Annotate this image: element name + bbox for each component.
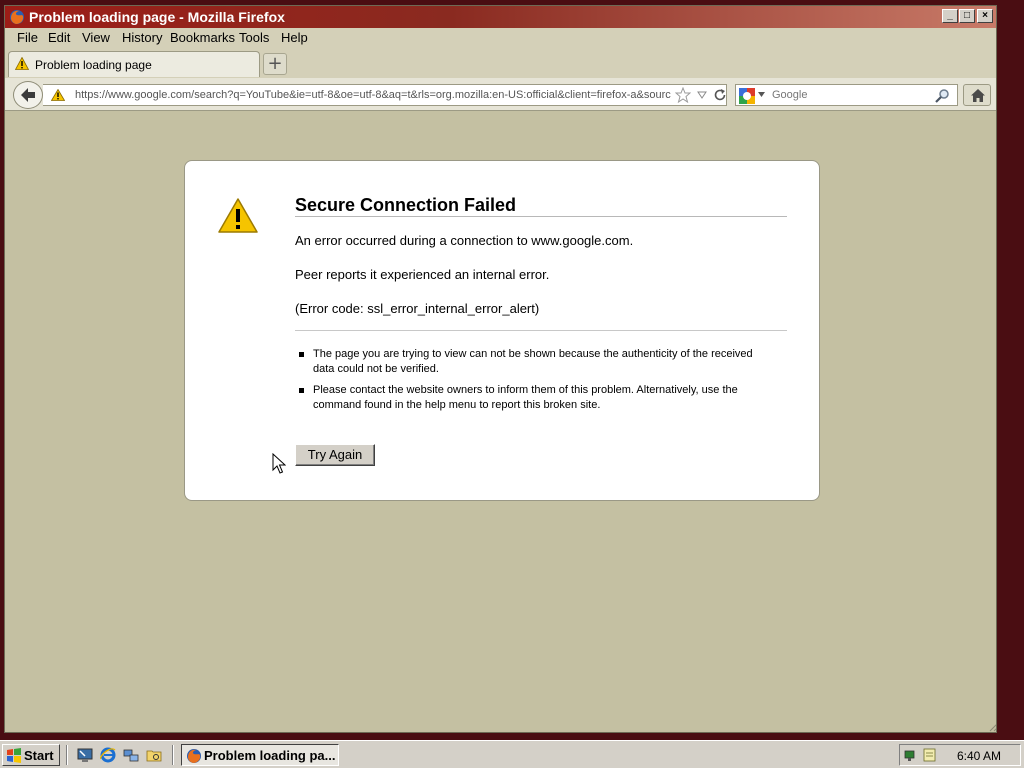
bookmark-star-icon[interactable] [675, 87, 691, 103]
site-warning-icon [51, 89, 65, 101]
home-icon [971, 89, 985, 102]
menu-help[interactable]: Help [281, 30, 308, 45]
url-dropdown-icon[interactable] [697, 90, 707, 100]
title-bar[interactable]: Problem loading page - Mozilla Firefox _… [5, 6, 996, 28]
menu-view[interactable]: View [82, 30, 110, 45]
warning-icon [15, 57, 29, 70]
menu-bookmarks[interactable]: Bookmarks [170, 30, 235, 45]
tab-strip: Problem loading page + [5, 48, 996, 78]
error-code: (Error code: ssl_error_internal_error_al… [295, 301, 540, 316]
resize-grip-icon[interactable] [989, 722, 997, 732]
menu-file[interactable]: File [17, 30, 38, 45]
start-label: Start [24, 748, 54, 763]
minimize-button[interactable]: _ [942, 9, 958, 23]
error-title: Secure Connection Failed [295, 195, 787, 217]
list-item: Please contact the website owners to inf… [295, 383, 765, 413]
page-content: Secure Connection Failed An error occurr… [5, 112, 997, 732]
menu-bar: File Edit View History Bookmarks Tools H… [5, 28, 996, 48]
error-page-container: Secure Connection Failed An error occurr… [184, 160, 820, 501]
engine-dropdown-icon[interactable] [758, 92, 765, 97]
error-explanation-list: The page you are trying to view can not … [295, 347, 765, 419]
home-button[interactable] [963, 84, 991, 106]
window-title: Problem loading page - Mozilla Firefox [29, 9, 285, 25]
windows-logo-icon [7, 748, 21, 763]
tray-app-icon[interactable] [922, 747, 938, 763]
url-text[interactable]: https://www.google.com/search?q=YouTube&… [75, 89, 671, 101]
try-again-button[interactable]: Try Again [295, 444, 375, 466]
divider [295, 330, 787, 331]
explorer-icon[interactable] [146, 747, 162, 763]
firefox-icon [187, 749, 201, 763]
start-button[interactable]: Start [2, 744, 60, 766]
menu-tools[interactable]: Tools [239, 30, 269, 45]
ie-icon[interactable] [100, 747, 116, 763]
reload-icon[interactable] [713, 88, 727, 102]
network-status-icon[interactable] [904, 747, 920, 763]
list-item: The page you are trying to view can not … [295, 347, 765, 377]
google-icon[interactable] [739, 88, 755, 104]
maximize-button[interactable]: □ [959, 9, 975, 23]
back-arrow-icon [21, 88, 35, 102]
taskbar-separator [66, 745, 68, 765]
taskbar-item-label: Problem loading pa... [204, 748, 336, 763]
search-icon[interactable] [934, 88, 950, 104]
large-warning-icon [218, 198, 258, 233]
system-tray: 6:40 AM [899, 744, 1021, 766]
menu-edit[interactable]: Edit [48, 30, 70, 45]
search-input[interactable]: Google [772, 89, 807, 101]
tab-problem-loading[interactable]: Problem loading page [8, 51, 260, 77]
taskbar-separator [172, 745, 174, 765]
url-bar[interactable]: https://www.google.com/search?q=YouTube&… [43, 84, 727, 106]
search-bar[interactable]: Google [735, 84, 958, 106]
firefox-icon [10, 10, 24, 24]
clock: 6:40 AM [957, 749, 1002, 763]
network-icon[interactable] [123, 747, 139, 763]
firefox-window: Problem loading page - Mozilla Firefox _… [4, 5, 997, 733]
error-detail: Peer reports it experienced an internal … [295, 267, 550, 282]
new-tab-button[interactable]: + [263, 53, 287, 75]
back-button[interactable] [13, 81, 43, 109]
error-message: An error occurred during a connection to… [295, 233, 634, 248]
desktop-icon[interactable] [77, 747, 93, 763]
menu-history[interactable]: History [122, 30, 162, 45]
tab-label: Problem loading page [35, 58, 152, 72]
mouse-cursor-icon [272, 453, 286, 474]
taskbar: Start Problem loading pa... 6:40 AM [0, 740, 1024, 768]
taskbar-item-firefox[interactable]: Problem loading pa... [181, 744, 339, 766]
navigation-toolbar: https://www.google.com/search?q=YouTube&… [5, 78, 996, 111]
close-button[interactable]: × [977, 9, 993, 23]
